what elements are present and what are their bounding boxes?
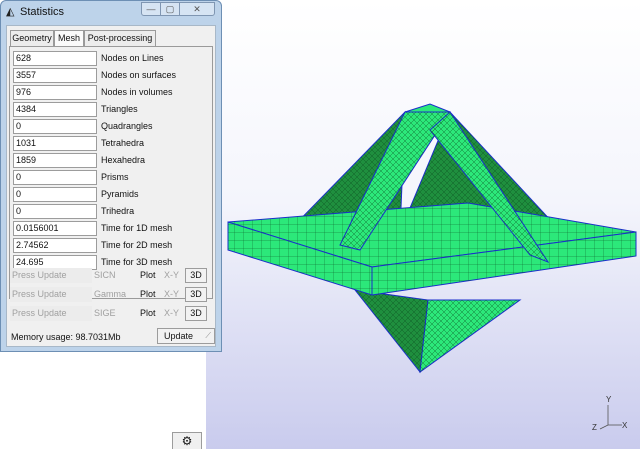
stat-value-field[interactable]: 4384 [13, 102, 97, 117]
axis-y-label: Y [606, 395, 612, 404]
stat-row: 1859 Hexahedra [13, 153, 211, 169]
stat-value-field[interactable]: 976 [13, 85, 97, 100]
sicn-plot-label: Plot [140, 270, 156, 280]
stat-value-field[interactable]: 1859 [13, 153, 97, 168]
minimize-icon: — [146, 4, 156, 14]
stat-row: 0 Trihedra [13, 204, 211, 220]
stat-value-field[interactable]: 0 [13, 119, 97, 134]
stat-label: Nodes on surfaces [101, 70, 177, 80]
stat-label: Pyramids [101, 189, 139, 199]
stat-row: 3557 Nodes on surfaces [13, 68, 211, 84]
stat-row: 4384 Triangles [13, 102, 211, 118]
axis-triad: Y X Z [588, 395, 628, 435]
maximize-button[interactable]: ▢ [160, 2, 180, 16]
stat-label: Quadrangles [101, 121, 153, 131]
memory-usage-text: Memory usage: 98.7031Mb [11, 332, 121, 342]
stat-row: 0.0156001 Time for 1D mesh [13, 221, 211, 237]
sige-xy-button[interactable]: X-Y [164, 308, 179, 318]
gamma-3d-button[interactable]: 3D [185, 287, 207, 302]
resize-grip-icon: ⟋ [205, 331, 211, 340]
sicn-value-field[interactable]: Press Update [10, 268, 92, 283]
title-bar[interactable]: ◭ Statistics — ▢ ✕ [1, 1, 221, 23]
close-icon: ✕ [193, 4, 201, 14]
stat-label: Trihedra [101, 206, 135, 216]
gamma-xy-button[interactable]: X-Y [164, 289, 179, 299]
stat-value-field[interactable]: 628 [13, 51, 97, 66]
sicn-3d-button[interactable]: 3D [185, 268, 207, 283]
quality-row-sige: Press Update SIGE Plot X-Y 3D [10, 306, 208, 322]
mesh-stats-panel: 628 Nodes on Lines 3557 Nodes on surfaces … [9, 46, 213, 299]
axis-x-label: X [622, 421, 628, 430]
sicn-label: SICN [94, 270, 116, 280]
quality-row-gamma: Press Update Gamma Plot X-Y 3D [10, 287, 208, 303]
tab-geometry[interactable]: Geometry [10, 30, 54, 46]
tab-geometry-label: Geometry [12, 33, 52, 43]
window-title: Statistics [20, 6, 65, 18]
sige-3d-button[interactable]: 3D [185, 306, 207, 321]
stat-value-field[interactable]: 1031 [13, 136, 97, 151]
stat-label: Time for 3D mesh [101, 257, 173, 267]
sicn-xy-button[interactable]: X-Y [164, 270, 179, 280]
tab-post-processing[interactable]: Post-processing [84, 30, 156, 46]
stat-label: Nodes on Lines [101, 53, 164, 63]
maximize-icon: ▢ [165, 4, 175, 14]
gmsh-icon: ◭ [6, 6, 15, 18]
stat-row: 0 Prisms [13, 170, 211, 186]
stat-label: Hexahedra [101, 155, 146, 165]
stat-value-field[interactable]: 0.0156001 [13, 221, 97, 236]
stat-label: Nodes in volumes [101, 87, 173, 97]
stat-row: 628 Nodes on Lines [13, 51, 211, 67]
gear-button[interactable]: ⚙ [172, 432, 202, 449]
upper-pyramid-top [404, 103, 451, 113]
stat-value-field[interactable]: 0 [13, 170, 97, 185]
sige-value-field[interactable]: Press Update [10, 306, 92, 321]
stat-label: Time for 2D mesh [101, 240, 173, 250]
gear-icon: ⚙ [181, 434, 193, 448]
stat-value-field[interactable]: 0 [13, 204, 97, 219]
tab-post-processing-label: Post-processing [87, 33, 153, 43]
stat-label: Prisms [101, 172, 129, 182]
tab-mesh-label: Mesh [57, 33, 80, 43]
quality-row-sicn: Press Update SICN Plot X-Y 3D [10, 268, 208, 284]
sige-label: SIGE [94, 308, 116, 318]
stat-label: Triangles [101, 104, 138, 114]
update-button-label: Update [164, 331, 194, 341]
gamma-label: Gamma [94, 289, 127, 299]
statistics-window: ◭ Statistics — ▢ ✕ Geometry Mesh Post-pr… [0, 0, 222, 352]
stat-row: 976 Nodes in volumes [13, 85, 211, 101]
dialog-client-area: Geometry Mesh Post-processing 628 Nodes o… [6, 25, 216, 347]
axis-z-label: Z [592, 423, 597, 432]
stat-value-field[interactable]: 3557 [13, 68, 97, 83]
stat-label: Time for 1D mesh [101, 223, 173, 233]
stat-row: 0 Quadrangles [13, 119, 211, 135]
stat-label: Tetrahedra [101, 138, 145, 148]
minimize-button[interactable]: — [141, 2, 161, 16]
stat-row: 0 Pyramids [13, 187, 211, 203]
tab-mesh[interactable]: Mesh [54, 30, 84, 47]
stat-row: 2.74562 Time for 2D mesh [13, 238, 211, 254]
stat-row: 1031 Tetrahedra [13, 136, 211, 152]
update-button[interactable]: Update ⟋ [157, 328, 215, 344]
stat-value-field[interactable]: 0 [13, 187, 97, 202]
sige-plot-label: Plot [140, 308, 156, 318]
gamma-plot-label: Plot [140, 289, 156, 299]
gamma-value-field[interactable]: Press Update [10, 287, 92, 302]
stat-value-field[interactable]: 2.74562 [13, 238, 97, 253]
close-button[interactable]: ✕ [179, 2, 215, 16]
